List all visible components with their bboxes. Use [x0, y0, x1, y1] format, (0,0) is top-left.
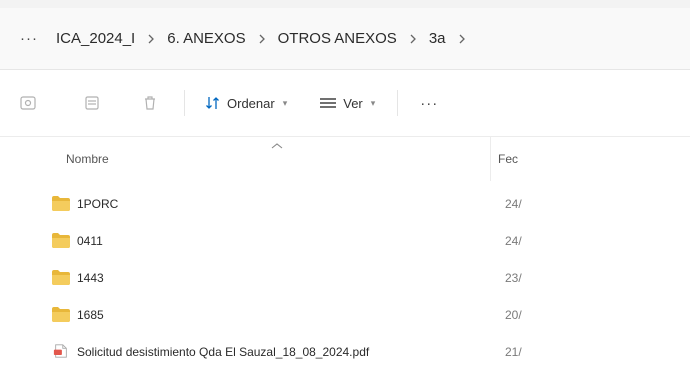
- delete-icon[interactable]: [138, 91, 162, 115]
- column-header-row: Nombre Fec: [0, 136, 690, 181]
- breadcrumb-item-otros-anexos[interactable]: OTROS ANEXOS: [276, 28, 399, 49]
- folder-icon: [52, 307, 70, 322]
- chevron-down-icon: ▾: [282, 97, 288, 108]
- chevron-right-icon[interactable]: [399, 33, 427, 45]
- view-button[interactable]: Ver ▾: [319, 96, 375, 111]
- file-name: Solicitud desistimiento Qda El Sauzal_18…: [77, 345, 370, 359]
- sort-icon: [206, 97, 219, 109]
- breadcrumb-item-anexos[interactable]: 6. ANEXOS: [165, 28, 247, 49]
- column-header-date[interactable]: Fec: [498, 152, 518, 166]
- list-item[interactable]: 1PORC 24/: [0, 186, 690, 223]
- pdf-file-icon: [53, 344, 67, 358]
- list-item[interactable]: Solicitud desistimiento Qda El Sauzal_18…: [0, 334, 690, 371]
- toolbar-divider: [184, 90, 185, 116]
- column-header-name[interactable]: Nombre: [66, 152, 109, 166]
- file-name: 1443: [77, 271, 104, 285]
- more-options-label: ···: [420, 94, 439, 112]
- file-date: 24/: [505, 234, 522, 248]
- sort-button[interactable]: Ordenar ▾: [205, 95, 287, 111]
- file-list: 1PORC 24/ 0411 24/ 1443 23/ 1685 20/ Sol…: [0, 186, 690, 371]
- file-date: 20/: [505, 308, 522, 322]
- breadcrumb: ··· ICA_2024_I 6. ANEXOS OTROS ANEXOS 3a: [0, 8, 690, 70]
- view-list-icon: [320, 98, 337, 108]
- folder-icon: [52, 270, 70, 285]
- breadcrumb-item-ica-2024[interactable]: ICA_2024_I: [54, 28, 137, 49]
- toolbar-divider: [397, 90, 399, 116]
- more-options-button[interactable]: ···: [420, 95, 438, 112]
- chevron-down-icon: ▾: [370, 97, 376, 108]
- file-date: 21/: [505, 345, 522, 359]
- folder-icon: [52, 233, 70, 248]
- file-date: 23/: [505, 271, 522, 285]
- window-top-strip: [0, 0, 690, 8]
- chevron-right-icon[interactable]: [448, 33, 476, 45]
- list-item[interactable]: 1685 20/: [0, 297, 690, 334]
- chevron-right-icon[interactable]: [137, 33, 165, 45]
- list-item[interactable]: 0411 24/: [0, 223, 690, 260]
- share-icon[interactable]: [16, 91, 40, 115]
- command-bar: Ordenar ▾ Ver ▾ ···: [0, 70, 690, 136]
- breadcrumb-item-3a[interactable]: 3a: [427, 28, 448, 49]
- chevron-right-icon[interactable]: [248, 33, 276, 45]
- file-date: 24/: [505, 197, 522, 211]
- column-divider[interactable]: [490, 137, 491, 181]
- view-button-label: Ver: [343, 95, 363, 111]
- file-name: 1685: [77, 308, 104, 322]
- sort-ascending-icon: [270, 139, 284, 153]
- sort-button-label: Ordenar: [227, 95, 275, 111]
- list-item[interactable]: 1443 23/: [0, 260, 690, 297]
- rename-icon[interactable]: [80, 91, 104, 115]
- folder-icon: [52, 196, 70, 211]
- breadcrumb-overflow-button[interactable]: ···: [18, 30, 40, 47]
- file-name: 1PORC: [77, 197, 119, 211]
- file-name: 0411: [77, 234, 103, 248]
